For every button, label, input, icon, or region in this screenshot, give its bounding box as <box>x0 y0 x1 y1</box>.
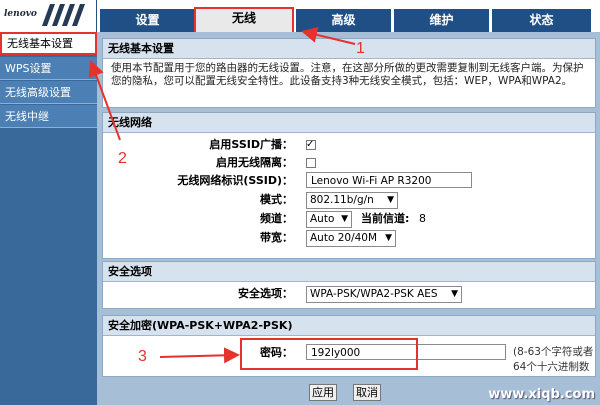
bandwidth-value: Auto 20/40M <box>310 232 378 244</box>
channel-row: 频道： Auto ▼ 当前信道: 8 <box>103 210 593 228</box>
tab-maintenance[interactable]: 维护 <box>394 9 489 32</box>
tab-advanced[interactable]: 高级 <box>296 9 391 32</box>
ssid-broadcast-checkbox[interactable] <box>306 136 316 154</box>
current-channel-label: 当前信道: <box>361 212 410 225</box>
sidebar-item-wireless-advanced[interactable]: 无线高级设置 <box>0 81 97 104</box>
cancel-button[interactable]: 取消 <box>353 384 381 401</box>
panel-title: 无线网络 <box>103 113 595 133</box>
sidebar: 无线基本设置 WPS设置 无线高级设置 无线中继 <box>0 32 97 405</box>
tab-status[interactable]: 状态 <box>492 9 591 32</box>
top-nav: 设置 无线 高级 维护 状态 <box>97 0 600 34</box>
channel-value: Auto <box>310 213 335 225</box>
mode-label: 模式： <box>260 193 293 206</box>
watermark: www.xiqb.com <box>488 387 595 402</box>
panel-title: 无线基本设置 <box>103 39 595 59</box>
ssid-input[interactable]: Lenovo Wi-Fi AP R3200 <box>306 172 472 188</box>
mode-value: 802.11b/g/n <box>310 194 374 206</box>
security-options-panel: 安全选项 安全选项： WPA-PSK/WPA2-PSK AES ▼ <box>102 261 596 309</box>
triangle-down-icon: ▼ <box>387 195 394 205</box>
basic-settings-panel: 无线基本设置 使用本节配置用于您的路由器的无线设置。注意，在这部分所做的更改需要… <box>102 38 596 108</box>
apply-button[interactable]: 应用 <box>309 384 337 401</box>
isolation-checkbox[interactable] <box>306 158 316 168</box>
annotation-number-2: 2 <box>118 150 127 167</box>
security-select[interactable]: WPA-PSK/WPA2-PSK AES ▼ <box>306 286 462 303</box>
bandwidth-row: 带宽： Auto 20/40M ▼ <box>103 229 593 247</box>
password-hint: (8-63个字符或者64个十六进制数字) <box>513 346 594 373</box>
ssid-broadcast-label: 启用SSID广播： <box>209 138 293 151</box>
logo-stripe <box>71 4 86 26</box>
sidebar-item-wps[interactable]: WPS设置 <box>0 57 97 80</box>
mode-select[interactable]: 802.11b/g/n ▼ <box>306 192 398 209</box>
panel-title: 安全选项 <box>103 262 595 282</box>
security-label: 安全选项： <box>238 287 293 300</box>
mode-row: 模式： 802.11b/g/n ▼ <box>103 191 593 209</box>
panel-description: 使用本节配置用于您的路由器的无线设置。注意，在这部分所做的更改需要复制到无线客户… <box>111 62 584 87</box>
security-value: WPA-PSK/WPA2-PSK AES <box>310 288 438 300</box>
sidebar-item-wireless-repeater[interactable]: 无线中继 <box>0 105 97 128</box>
bandwidth-label: 带宽： <box>260 231 293 244</box>
security-row: 安全选项： WPA-PSK/WPA2-PSK AES ▼ <box>103 285 593 303</box>
tab-settings[interactable]: 设置 <box>100 9 195 32</box>
panel-title: 安全加密(WPA-PSK+WPA2-PSK) <box>103 316 595 336</box>
logo-text: lenovo <box>4 9 37 19</box>
ssid-row: 无线网络标识(SSID)： Lenovo Wi-Fi AP R3200 <box>103 172 593 190</box>
sidebar-item-wireless-basic[interactable]: 无线基本设置 <box>0 32 97 55</box>
bandwidth-select[interactable]: Auto 20/40M ▼ <box>306 230 396 247</box>
channel-label: 频道： <box>260 212 293 225</box>
password-highlight-box <box>240 338 418 370</box>
triangle-down-icon: ▼ <box>451 289 458 299</box>
isolation-label: 启用无线隔离： <box>216 156 293 169</box>
annotation-number-3: 3 <box>138 348 147 365</box>
ssid-broadcast-row: 启用SSID广播： <box>103 136 593 154</box>
tab-wireless[interactable]: 无线 <box>194 7 294 34</box>
triangle-down-icon: ▼ <box>341 214 348 224</box>
lenovo-logo: lenovo <box>0 0 97 32</box>
current-channel-value: 8 <box>419 212 426 225</box>
wireless-network-panel: 无线网络 启用SSID广播： 启用无线隔离： 无线网络标识(SSID)： Len… <box>102 112 596 259</box>
ssid-label: 无线网络标识(SSID)： <box>177 174 293 187</box>
channel-select[interactable]: Auto ▼ <box>306 211 352 228</box>
isolation-row: 启用无线隔离： <box>103 154 593 172</box>
annotation-number-1: 1 <box>356 40 365 57</box>
triangle-down-icon: ▼ <box>385 233 392 243</box>
